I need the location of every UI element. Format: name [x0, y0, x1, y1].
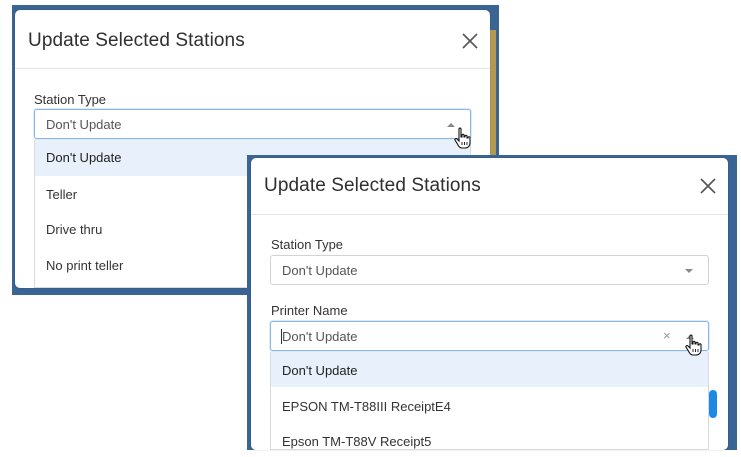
printer-name-dropdown: Don't Update EPSON TM-T88III ReceiptE4 E… — [270, 352, 709, 450]
dropdown-option[interactable]: EPSON TM-T88III ReceiptE4 — [271, 387, 708, 422]
printer-name-select[interactable]: Don't Update × — [270, 321, 709, 351]
station-type-select[interactable]: Don't Update — [270, 255, 709, 285]
station-type-label: Station Type — [34, 92, 107, 107]
option-label: Teller — [46, 187, 78, 202]
chevron-down-icon[interactable] — [684, 267, 694, 275]
hand-cursor-icon — [685, 334, 702, 356]
station-type-label: Station Type — [271, 237, 344, 252]
close-icon[interactable] — [699, 177, 717, 195]
printer-name-label: Printer Name — [271, 303, 348, 318]
station-type-value: Don't Update — [46, 117, 122, 132]
clear-icon[interactable]: × — [663, 328, 671, 343]
dropdown-option[interactable]: Don't Update — [271, 352, 708, 387]
hand-cursor-icon — [454, 127, 471, 149]
option-label: Don't Update — [46, 150, 122, 165]
primary-button-edge[interactable] — [709, 390, 717, 418]
option-label: No print teller — [46, 258, 124, 273]
dropdown-option[interactable]: Epson TM-T88V Receipt5 — [271, 422, 708, 457]
station-type-select[interactable]: Don't Update — [34, 109, 471, 139]
option-label: EPSON TM-T88III ReceiptE4 — [282, 399, 451, 414]
station-type-value: Don't Update — [282, 263, 358, 278]
dialog-title: Update Selected Stations — [28, 30, 245, 51]
dialog-title: Update Selected Stations — [264, 175, 481, 196]
option-label: Epson TM-T88V Receipt5 — [282, 434, 432, 449]
printer-name-value: Don't Update — [282, 329, 358, 344]
update-stations-dialog-front: Update Selected Stations Station Type Do… — [251, 158, 728, 450]
option-label: Drive thru — [46, 222, 103, 237]
close-icon[interactable] — [461, 32, 479, 50]
option-label: Don't Update — [282, 363, 358, 378]
